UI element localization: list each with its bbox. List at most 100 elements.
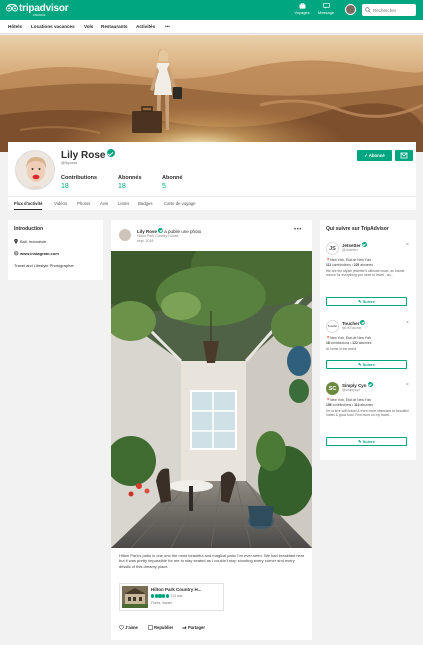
stat-contributions-label: Contributions xyxy=(61,175,98,181)
follow-button[interactable]: ✎ Suivre xyxy=(326,297,407,306)
place-card[interactable]: Hilton Park Country H... 713 avis Florès… xyxy=(119,583,224,611)
suggestion-location: 📍New York, État de New York xyxy=(326,398,372,402)
suggestion-card: JS Jetsetter @Jetsetter × 📍New York, Éta… xyxy=(326,242,411,312)
suggestion-handle: @Jetsetter xyxy=(342,248,358,252)
tab-photos[interactable]: Photos xyxy=(77,201,90,206)
user-avatar[interactable] xyxy=(345,4,356,15)
suggestion-location-text: New York, État de New York xyxy=(330,258,372,262)
envelope-icon xyxy=(400,152,408,159)
stat-contributions[interactable]: Contributions 18 xyxy=(61,175,97,190)
intro-website-link[interactable]: www.instagram.com xyxy=(20,251,59,256)
suggestion-contributions: 155 xyxy=(326,403,332,407)
repost-button[interactable]: Republier xyxy=(148,625,173,630)
send-message-button[interactable] xyxy=(395,150,413,161)
tab-travel-map[interactable]: Carte de voyage xyxy=(164,201,196,206)
tab-activity-feed[interactable]: Flux d'activité xyxy=(14,201,43,210)
suggestion-location: 📍New York, État de New York xyxy=(326,336,372,340)
dismiss-icon[interactable]: × xyxy=(406,320,409,326)
verified-icon xyxy=(361,242,367,247)
share-button[interactable]: Partager xyxy=(182,625,205,630)
stat-followers-label: Abonnés xyxy=(118,175,142,181)
main-nav: Hôtels Locations vacances Vols Restauran… xyxy=(0,20,423,34)
intro-title: Introduction xyxy=(14,226,44,232)
top-bar: tripadvisor FRANCE Voyages Message xyxy=(0,0,423,20)
message-button[interactable]: Message xyxy=(314,3,338,15)
more-options-icon[interactable]: ••• xyxy=(294,227,302,233)
post-photo[interactable] xyxy=(111,251,312,548)
suggestion-card: Toucho Toucher @UKToucher × 📍New York, É… xyxy=(326,320,411,375)
intro-bio: Travel and Lifestyle Photographer xyxy=(14,263,74,268)
search-box[interactable] xyxy=(362,4,416,16)
voyages-button[interactable]: Voyages xyxy=(290,3,314,15)
suggestion-contributions-label: contributions xyxy=(332,263,351,267)
suggestion-avatar[interactable]: Toucho xyxy=(326,320,339,333)
suggestion-avatar[interactable]: JS xyxy=(326,242,339,255)
suggestion-contributions: 18 xyxy=(326,341,330,345)
suggestion-contributions-label: contributions xyxy=(332,403,352,407)
intro-location: Bali, Indonésie xyxy=(14,239,97,244)
post-actions: J'aime Republier Partager xyxy=(111,618,312,638)
suggestion-stats: 111 contributions • 225 abonnés xyxy=(326,263,373,267)
nav-vols[interactable]: Vols xyxy=(84,24,93,29)
suggestion-stats: 155 contributions • 113 abonnés xyxy=(326,403,374,407)
suggestion-location-text: New York, État de New York xyxy=(330,398,372,402)
owl-logo-icon xyxy=(6,4,18,12)
nav-hotels[interactable]: Hôtels xyxy=(8,24,22,29)
stat-followers[interactable]: Abonnés 18 xyxy=(118,175,142,190)
suggestion-location: 📍New York, État de New York xyxy=(326,258,372,262)
follow-button[interactable]: ✎ Suivre xyxy=(326,360,407,369)
intro-location-text: Bali, Indonésie xyxy=(20,239,47,244)
profile-tabs: Flux d'activité Vidéos Photos Avis Liste… xyxy=(8,196,416,210)
like-button[interactable]: J'aime xyxy=(119,625,138,630)
suggestion-bio: We are the stylish jetsetter's ultimate … xyxy=(326,269,405,278)
rating-bubble-icon xyxy=(165,594,170,598)
profile-avatar[interactable] xyxy=(15,150,55,190)
tab-reviews[interactable]: Avis xyxy=(100,201,108,206)
profile-handle: @lilyrose xyxy=(61,160,78,165)
stat-following-value: 5 xyxy=(162,183,166,190)
profile-avatar-image xyxy=(16,151,54,189)
suggestion-followers-label: abonnés xyxy=(358,341,372,345)
suggestion-followers: 122 xyxy=(352,341,358,345)
nav-locations-vacances[interactable]: Locations vacances xyxy=(31,24,75,29)
tab-lists[interactable]: Listes xyxy=(118,201,129,206)
nav-restaurants[interactable]: Restaurants xyxy=(101,24,128,29)
conservatory-photo xyxy=(111,251,312,548)
place-rating: 713 avis xyxy=(151,594,183,598)
who-to-follow-title: Qui suivre sur TripAdvisor xyxy=(326,226,389,232)
nav-more[interactable]: ••• xyxy=(165,24,170,29)
suggestion-stats: 18 contributions • 122 abonnés xyxy=(326,341,372,345)
suggestion-avatar[interactable]: SC xyxy=(326,382,339,395)
following-button[interactable]: ✓ Abonné xyxy=(357,150,392,161)
place-thumbnail xyxy=(122,586,148,608)
message-label: Message xyxy=(317,10,335,15)
verified-icon xyxy=(360,320,366,325)
search-input[interactable] xyxy=(373,6,413,14)
tab-videos[interactable]: Vidéos xyxy=(54,201,67,206)
suggestion-followers: 113 xyxy=(354,403,360,407)
repost-icon xyxy=(148,625,153,630)
rating-bubble-icon xyxy=(151,594,155,598)
intro-website[interactable]: www.instagram.com xyxy=(14,251,97,256)
dismiss-icon[interactable]: × xyxy=(406,382,409,388)
stat-following[interactable]: Abonné 5 xyxy=(162,175,182,190)
location-pin-icon xyxy=(14,239,18,244)
verified-icon xyxy=(158,228,164,233)
post-meta: Hilton Park Country House sept. 2018 xyxy=(137,234,178,244)
place-location: Florès, Irlande xyxy=(151,601,173,605)
follow-button[interactable]: ✎ Suivre xyxy=(326,437,407,446)
place-name[interactable]: Hilton Park Country H... xyxy=(151,587,202,592)
search-icon xyxy=(365,7,371,13)
suggestion-followers-label: abonnés xyxy=(360,403,374,407)
cover-photo xyxy=(0,35,423,152)
stat-contributions-value: 18 xyxy=(61,183,69,190)
tab-badges[interactable]: Badges xyxy=(138,201,153,206)
suggestion-card: SC Simply Cyn @simplycyn × 📍New York, Ét… xyxy=(326,382,411,452)
post-author-avatar[interactable] xyxy=(119,229,131,241)
who-to-follow-panel: Qui suivre sur TripAdvisor JS Jetsetter … xyxy=(320,220,416,460)
post-caption: Hilton Park's patio is one one the most … xyxy=(119,553,305,569)
share-label: Partager xyxy=(188,625,205,630)
hotel-thumbnail-image xyxy=(122,586,148,608)
nav-activites[interactable]: Activités xyxy=(136,24,155,29)
dismiss-icon[interactable]: × xyxy=(406,242,409,248)
